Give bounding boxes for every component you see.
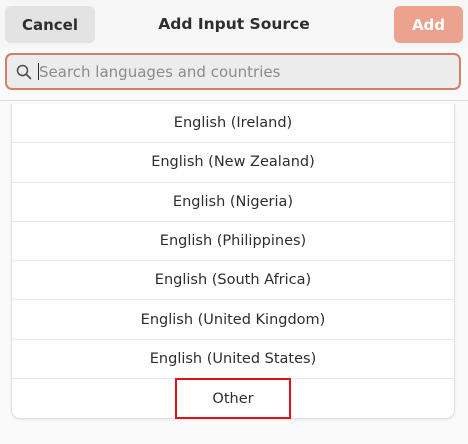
- search-input[interactable]: [39, 56, 459, 87]
- header-divider: [0, 100, 468, 101]
- list-item-english-nigeria[interactable]: English (Nigeria): [12, 183, 454, 222]
- list-item-english-new-zealand[interactable]: English (New Zealand): [12, 143, 454, 183]
- list-item-english-philippines[interactable]: English (Philippines): [12, 222, 454, 262]
- list-item-english-united-states[interactable]: English (United States): [12, 340, 454, 380]
- list-item-english-ireland[interactable]: English (Ireland): [12, 104, 454, 144]
- cancel-button[interactable]: Cancel: [5, 6, 95, 43]
- search-box[interactable]: [5, 53, 461, 90]
- add-input-source-dialog: Add Input Source Cancel Add English (Ire…: [0, 0, 468, 444]
- add-button[interactable]: Add: [394, 6, 463, 43]
- list-item-other[interactable]: Other: [12, 379, 454, 418]
- list-item-english-south-africa[interactable]: English (South Africa): [12, 261, 454, 301]
- input-source-list: English (Ireland) English (New Zealand) …: [11, 104, 455, 419]
- header-bar: Add Input Source Cancel Add: [0, 0, 468, 48]
- search-icon: [16, 64, 32, 79]
- list-item-english-united-kingdom[interactable]: English (United Kingdom): [12, 300, 454, 340]
